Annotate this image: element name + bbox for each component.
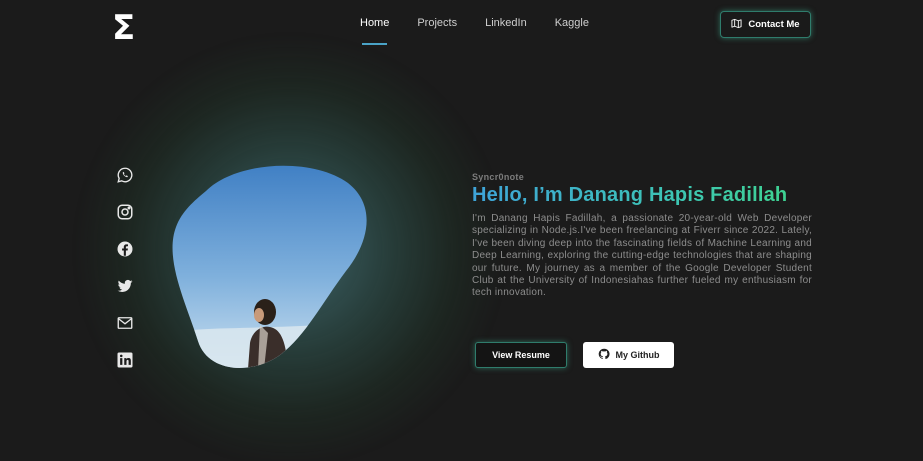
eyebrow-text: Syncr0note bbox=[472, 172, 525, 182]
nav-linkedin[interactable]: LinkedIn bbox=[477, 14, 535, 38]
nav-kaggle[interactable]: Kaggle bbox=[547, 14, 597, 38]
nav-projects[interactable]: Projects bbox=[409, 14, 465, 38]
main-nav: Home Projects LinkedIn Kaggle bbox=[352, 14, 609, 45]
view-resume-button[interactable]: View Resume bbox=[475, 342, 567, 368]
view-resume-label: View Resume bbox=[492, 350, 550, 360]
contact-me-label: Contact Me bbox=[748, 19, 800, 30]
my-github-button[interactable]: My Github bbox=[583, 342, 674, 368]
hero-bio: I'm Danang Hapis Fadillah, a passionate … bbox=[472, 213, 812, 299]
social-links bbox=[116, 166, 136, 388]
map-icon bbox=[731, 18, 742, 32]
my-github-label: My Github bbox=[615, 350, 660, 360]
contact-me-button[interactable]: Contact Me bbox=[720, 11, 811, 38]
facebook-icon[interactable] bbox=[116, 240, 134, 258]
linkedin-icon[interactable] bbox=[116, 351, 134, 369]
hero-headline: Hello, I’m Danang Hapis Fadillah bbox=[472, 184, 812, 207]
whatsapp-icon[interactable] bbox=[116, 166, 134, 184]
profile-photo bbox=[170, 163, 370, 369]
logo-sigma[interactable]: Σ bbox=[112, 11, 140, 45]
instagram-icon[interactable] bbox=[116, 203, 134, 221]
hero-content: Syncr0note Hello, I’m Danang Hapis Fadil… bbox=[472, 172, 812, 300]
github-icon bbox=[598, 348, 610, 362]
mail-icon[interactable] bbox=[116, 314, 134, 332]
nav-home[interactable]: Home bbox=[352, 14, 397, 45]
twitter-icon[interactable] bbox=[116, 277, 134, 295]
